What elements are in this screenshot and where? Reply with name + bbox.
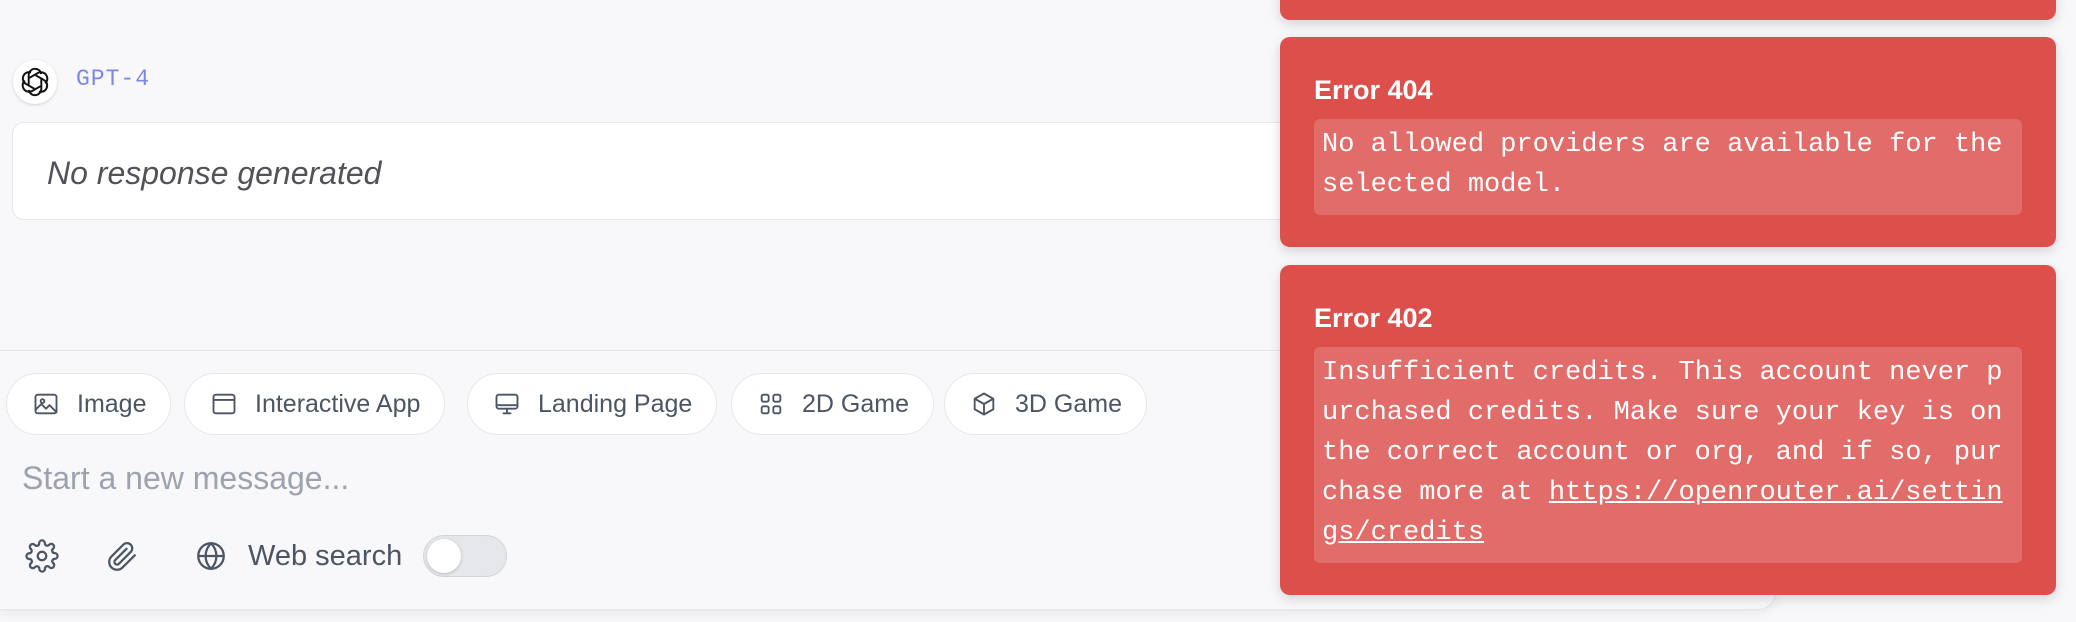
app-window-icon: [209, 389, 239, 419]
gear-icon: [25, 539, 59, 573]
paperclip-icon: [108, 541, 136, 571]
toast-message: Insufficient credits. This account never…: [1314, 347, 2022, 563]
settings-button[interactable]: [24, 538, 60, 574]
error-toast-404: Error 404 No allowed providers are avail…: [1280, 37, 2056, 247]
model-name: GPT-4: [76, 66, 151, 92]
chip-3d-game[interactable]: 3D Game: [944, 373, 1147, 435]
web-search-label: Web search: [248, 540, 403, 572]
chip-interactive-app[interactable]: Interactive App: [184, 373, 446, 435]
error-toast-partial: [1280, 0, 2056, 20]
message-input[interactable]: [22, 460, 1222, 497]
toast-title: Error 404: [1314, 75, 1433, 105]
toast-title: Error 402: [1314, 303, 1433, 333]
web-search-toggle[interactable]: [423, 535, 507, 577]
globe-icon: [197, 541, 225, 571]
response-text: No response generated: [47, 155, 382, 191]
openai-logo-icon: [21, 67, 49, 97]
image-icon: [31, 389, 61, 419]
response-card: No response generated: [12, 122, 1332, 220]
toast-message: No allowed providers are available for t…: [1314, 119, 2022, 215]
chip-label: Interactive App: [255, 389, 421, 418]
toggle-knob: [427, 539, 461, 573]
cube-icon: [969, 389, 999, 419]
chip-2d-game[interactable]: 2D Game: [731, 373, 934, 435]
grid-icon: [756, 389, 786, 419]
monitor-icon: [492, 389, 522, 419]
model-avatar: [13, 60, 57, 104]
chip-label: Image: [77, 389, 147, 418]
chip-landing-page[interactable]: Landing Page: [467, 373, 718, 435]
chip-label: 2D Game: [802, 389, 909, 418]
chip-image[interactable]: Image: [6, 373, 172, 435]
web-search-icon-button[interactable]: [193, 538, 229, 574]
chip-label: Landing Page: [538, 389, 693, 418]
attach-button[interactable]: [104, 538, 140, 574]
chip-label: 3D Game: [1015, 389, 1122, 418]
error-toast-402: Error 402 Insufficient credits. This acc…: [1280, 265, 2056, 595]
